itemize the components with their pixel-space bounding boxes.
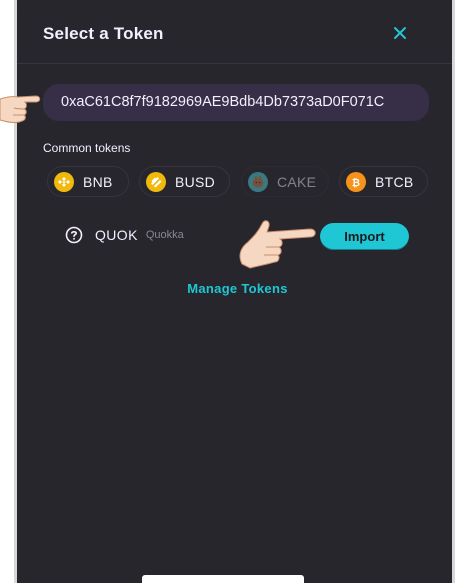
token-search-input[interactable]: 0xaC61C8f7f9182969AE9Bdb4Db7373aD0F071C bbox=[43, 84, 429, 121]
question-icon[interactable] bbox=[65, 226, 83, 244]
phone-screen: Select a Token 0xaC61C8f7f9182969AE9Bdb4… bbox=[14, 0, 455, 583]
token-chip-label: BUSD bbox=[175, 173, 216, 190]
btcb-icon: ₿ bbox=[346, 171, 366, 192]
bnb-icon bbox=[54, 171, 74, 192]
token-symbol: QUOK bbox=[95, 227, 138, 243]
token-name: Quokka bbox=[145, 229, 184, 241]
found-token-row: QUOK Quokka bbox=[65, 224, 184, 246]
close-icon bbox=[394, 27, 406, 39]
pointing-hand-icon bbox=[0, 95, 41, 123]
token-chip-label: BTCB bbox=[375, 173, 414, 190]
common-tokens-list: BNB BUSD CAKE ₿ BTCB bbox=[47, 166, 428, 198]
close-button[interactable] bbox=[388, 21, 412, 45]
import-button[interactable]: Import bbox=[320, 223, 409, 250]
modal-header: Select a Token bbox=[17, 4, 452, 64]
pointing-hand-icon bbox=[239, 220, 316, 269]
busd-icon bbox=[146, 171, 166, 192]
token-chip-label: CAKE bbox=[277, 173, 317, 190]
modal-title: Select a Token bbox=[43, 24, 164, 43]
select-token-modal: Select a Token 0xaC61C8f7f9182969AE9Bdb4… bbox=[17, 4, 452, 583]
svg-text:₿: ₿ bbox=[352, 177, 360, 188]
manage-tokens-link[interactable]: Manage Tokens bbox=[17, 281, 452, 296]
cake-icon bbox=[248, 171, 268, 192]
common-tokens-label: Common tokens bbox=[43, 141, 131, 155]
token-chip-btcb[interactable]: ₿ BTCB bbox=[339, 166, 428, 197]
token-chip-label: BNB bbox=[83, 173, 113, 190]
token-chip-busd[interactable]: BUSD bbox=[139, 166, 230, 197]
home-indicator bbox=[142, 575, 304, 583]
token-chip-bnb[interactable]: BNB bbox=[47, 166, 129, 197]
token-chip-cake[interactable]: CAKE bbox=[241, 166, 329, 197]
